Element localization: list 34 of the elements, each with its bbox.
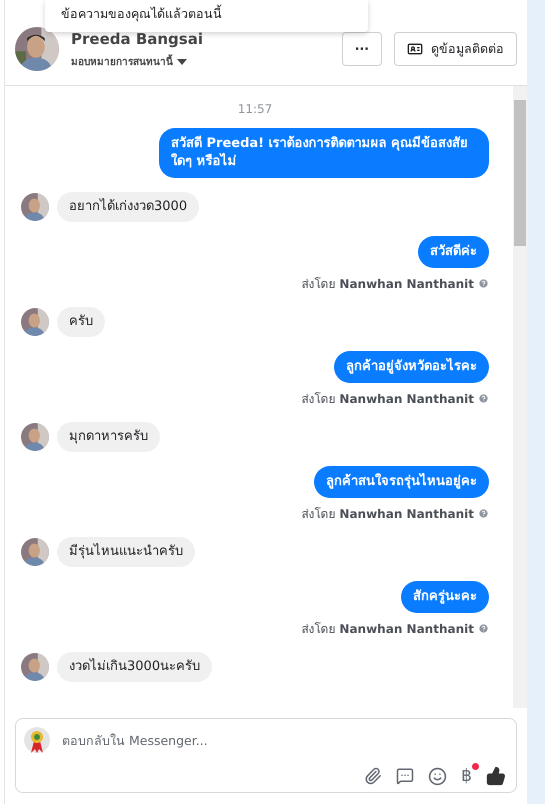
received-message: ครับ bbox=[57, 307, 105, 337]
thumbs-up-icon[interactable] bbox=[486, 766, 506, 786]
sent-by-text: ส่งโดย Nanwhan Nanthanit bbox=[302, 506, 474, 523]
received-message: มุกดาหารครับ bbox=[57, 422, 160, 452]
attach-icon[interactable] bbox=[364, 767, 382, 785]
help-icon[interactable] bbox=[478, 508, 489, 519]
sent-by-text: ส่งโดย Nanwhan Nanthanit bbox=[302, 276, 474, 293]
notice-text: ข้อความของคุณได้แล้วตอนนี้ bbox=[45, 0, 368, 32]
sent-message: ลูกค้าสนใจรถรุ่นไหนอยู่คะ bbox=[314, 466, 489, 498]
caret-icon bbox=[177, 58, 187, 64]
help-icon[interactable] bbox=[478, 623, 489, 634]
sent-by-text: ส่งโดย Nanwhan Nanthanit bbox=[302, 391, 474, 408]
more-button[interactable]: ··· bbox=[342, 32, 382, 66]
sent-message: สวัสดีค่ะ bbox=[418, 236, 489, 268]
sent-message: ลูกค้าอยู่จังหวัดอะไรคะ bbox=[334, 351, 489, 383]
received-message: งวดไม่เกิน3000นะครับ bbox=[57, 652, 212, 682]
id-card-icon bbox=[407, 40, 423, 56]
message-time: 11:57 bbox=[238, 102, 272, 116]
payment-button[interactable]: ฿ bbox=[461, 766, 472, 786]
chat-bubble-icon[interactable] bbox=[396, 767, 414, 785]
page-avatar-icon bbox=[24, 727, 50, 753]
emoji-icon[interactable] bbox=[428, 766, 448, 786]
received-message: อยากได้เก่งงวด3000 bbox=[57, 192, 200, 222]
view-contact-button[interactable]: ดูข้อมูลติดต่อ bbox=[394, 32, 517, 66]
help-icon[interactable] bbox=[478, 393, 489, 404]
received-message: มีรุ่นไหนแนะนำครับ bbox=[57, 537, 195, 567]
scrollbar[interactable] bbox=[513, 86, 527, 708]
assign-dropdown[interactable]: มอบหมายการสนทนานี้ bbox=[71, 54, 330, 69]
sent-message: สวัสดี Preeda! เราต้องการติดตามผล คุณมีข้อสงสัยใดๆ หรือไม่ bbox=[159, 128, 489, 178]
help-icon[interactable] bbox=[478, 278, 489, 289]
sent-by-text: ส่งโดย Nanwhan Nanthanit bbox=[302, 621, 474, 638]
notification-dot bbox=[472, 763, 479, 770]
sent-message: สักครู่นะคะ bbox=[401, 581, 489, 613]
contact-name: Preeda Bangsai bbox=[71, 30, 204, 48]
